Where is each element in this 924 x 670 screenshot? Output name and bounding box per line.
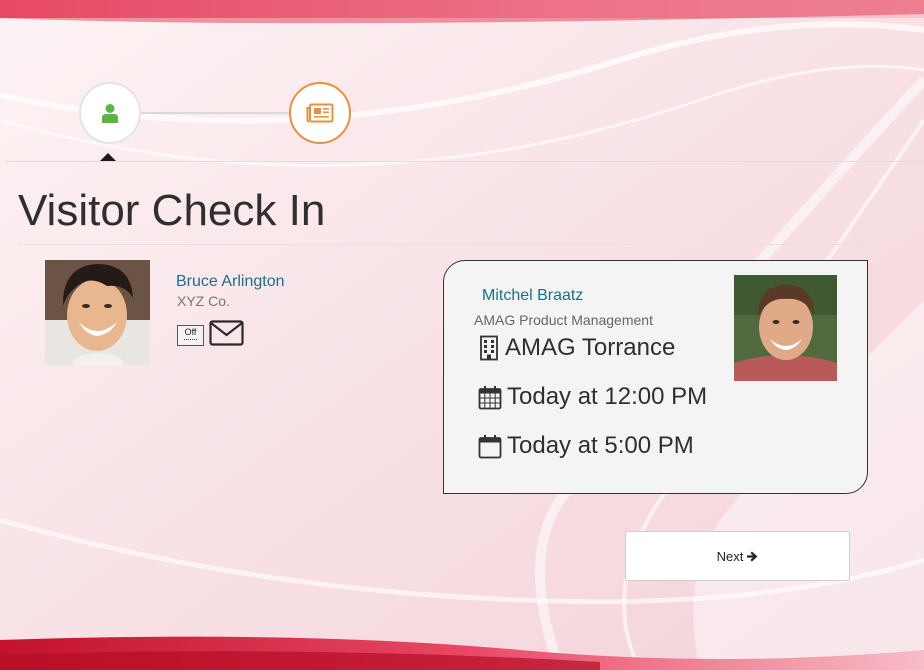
newspaper-icon <box>306 103 334 123</box>
off-badge-icon[interactable]: Off <box>177 325 204 346</box>
arrow-right-icon <box>747 550 758 562</box>
visit-end-row: Today at 5:00 PM <box>478 432 694 460</box>
user-icon <box>102 104 118 123</box>
next-button[interactable]: Next <box>625 531 850 581</box>
visitor-avatar <box>45 260 150 365</box>
building-icon <box>480 335 498 361</box>
host-name[interactable]: Mitchel Braatz <box>482 287 583 305</box>
badge-status-label: Off <box>184 327 197 337</box>
host-location: AMAG Torrance <box>505 334 676 361</box>
step-details[interactable] <box>289 82 351 144</box>
envelope-icon[interactable] <box>209 320 244 346</box>
visit-start-row: Today at 12:00 PM <box>478 383 707 411</box>
calendar-icon <box>478 385 502 409</box>
visit-end-time: Today at 5:00 PM <box>507 432 694 459</box>
progress-stepper <box>0 0 924 162</box>
stepper-connector <box>138 112 290 114</box>
host-location-row: AMAG Torrance <box>478 334 675 362</box>
host-avatar <box>734 275 837 381</box>
title-divider <box>18 244 868 245</box>
visitor-name[interactable]: Bruce Arlington <box>176 273 285 291</box>
calendar-icon <box>478 434 502 458</box>
host-card: Mitchel Braatz AMAG Product Management A… <box>443 260 868 494</box>
visit-start-time: Today at 12:00 PM <box>507 383 708 410</box>
host-department: AMAG Product Management <box>474 312 653 328</box>
step-visitor[interactable] <box>79 82 141 144</box>
next-button-label: Next <box>716 548 744 564</box>
visitor-company: XYZ Co. <box>177 293 230 309</box>
stepper-divider <box>5 161 924 162</box>
page-title: Visitor Check In <box>18 186 326 235</box>
